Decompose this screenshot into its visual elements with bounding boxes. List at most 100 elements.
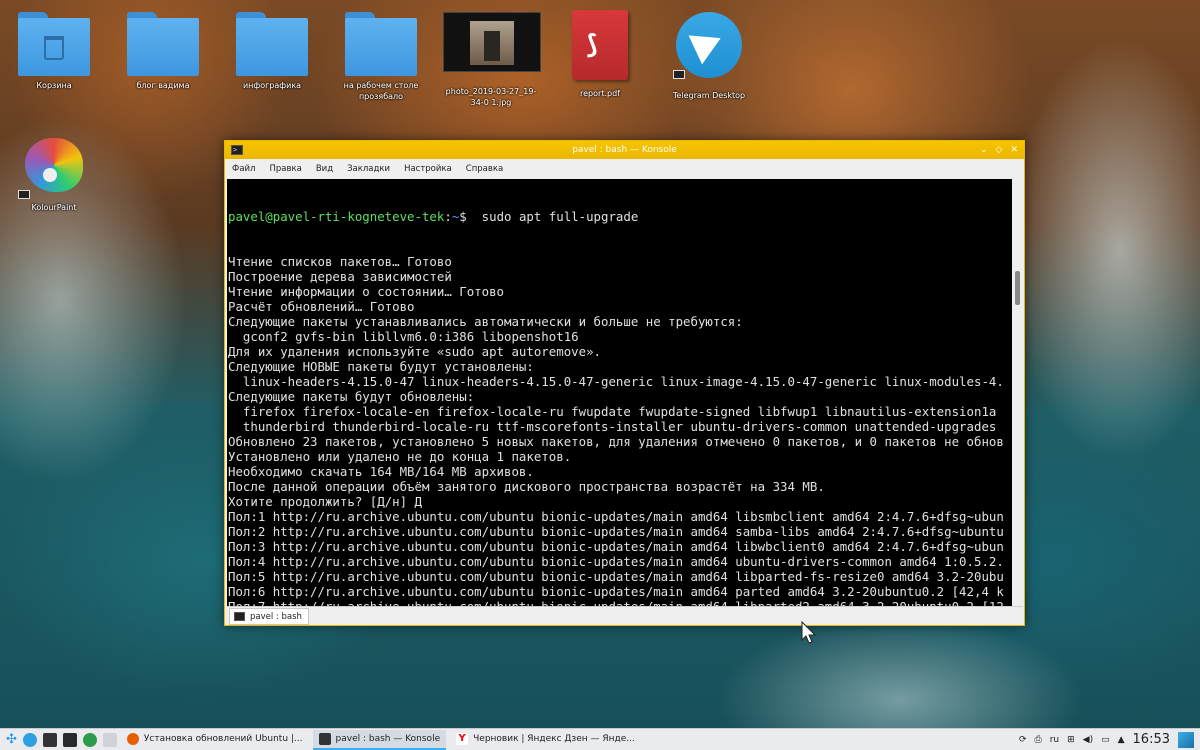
trash-folder-icon — [18, 12, 90, 76]
network-icon[interactable]: ⎙ — [1035, 735, 1042, 745]
desktop-icon-blog-folder[interactable]: блог вадима — [115, 12, 211, 91]
firefox-icon — [126, 732, 139, 745]
task-yandex[interactable]: Y Черновик | Яндекс Дзен — Янде... — [450, 730, 641, 750]
window-titlebar[interactable]: > pavel : bash — Konsole ⌄ ◇ ✕ — [225, 141, 1024, 159]
task-label: Установка обновлений Ubuntu |... — [143, 733, 303, 744]
desktop-icon-trash[interactable]: Корзина — [6, 12, 102, 91]
image-thumbnail-icon — [443, 12, 541, 72]
menu-settings[interactable]: Настройка — [404, 164, 452, 174]
desktop-icon-desktop-folder[interactable]: на рабочем столе прозябало — [333, 12, 429, 102]
terminal-output[interactable]: pavel@pavel-rti-kogneteve-tek:~$ sudo ap… — [227, 179, 1012, 606]
task-konsole[interactable]: pavel : bash — Konsole — [312, 729, 447, 750]
terminal-line: Пол:1 http://ru.archive.ubuntu.com/ubunt… — [228, 509, 1004, 524]
terminal-line: Построение дерева зависимостей — [228, 269, 452, 284]
menu-file[interactable]: Файл — [232, 164, 255, 174]
desktop-icon-label: KolourPaint — [31, 203, 77, 212]
terminal-line: Хотите продолжить? [Д/н] Д — [228, 494, 422, 509]
konsole-window[interactable]: > pavel : bash — Konsole ⌄ ◇ ✕ Файл Прав… — [224, 140, 1025, 626]
terminal-line: Пол:5 http://ru.archive.ubuntu.com/ubunt… — [228, 569, 1004, 584]
folder-icon — [127, 12, 199, 76]
terminal-line: Пол:7 http://ru.archive.ubuntu.com/ubunt… — [228, 599, 1012, 606]
prompt-command: $ sudo apt full-upgrade — [459, 209, 639, 224]
desktop-icon-label: report.pdf — [580, 89, 620, 98]
session-tab-bar: pavel : bash — [227, 606, 1023, 625]
terminal-scrollbar[interactable] — [1012, 179, 1023, 606]
terminal-line: Для их удаления используйте «sudo apt au… — [228, 344, 601, 359]
desktop-icon-report-pdf[interactable]: ⟆ report.pdf — [552, 10, 648, 99]
minimize-icon[interactable]: ⌄ — [980, 145, 988, 155]
tray-expand-icon[interactable]: ▲ — [1118, 735, 1125, 745]
volume-icon[interactable]: ◀) — [1083, 735, 1093, 745]
pdf-icon: ⟆ — [572, 10, 628, 80]
menu-view[interactable]: Вид — [316, 164, 333, 174]
desktop-icon-label: инфографика — [242, 81, 302, 90]
shortcut-arrow-icon — [18, 190, 30, 199]
task-label: Черновик | Яндекс Дзен — Янде... — [473, 733, 635, 744]
maximize-icon[interactable]: ◇ — [996, 145, 1003, 155]
folder-icon — [236, 12, 308, 76]
terminal-line: thunderbird thunderbird-locale-ru ttf-ms… — [228, 419, 997, 434]
menu-edit[interactable]: Правка — [269, 164, 301, 174]
terminal-line: Необходимо скачать 164 MB/164 MB архивов… — [228, 464, 534, 479]
terminal-line: gconf2 gvfs-bin libllvm6.0:i386 libopens… — [228, 329, 579, 344]
menu-help[interactable]: Справка — [466, 164, 503, 174]
terminal-line: Обновлено 23 пакетов, установлено 5 новы… — [228, 434, 1004, 449]
notifications-icon[interactable]: ⊞ — [1067, 735, 1075, 745]
terminal-line: Следующие пакеты будут обновлены: — [228, 389, 475, 404]
terminal-line: После данной операции объём занятого дис… — [228, 479, 825, 494]
session-tab-label: pavel : bash — [250, 611, 302, 622]
terminal-prompt-line: pavel@pavel-rti-kogneteve-tek:~$ sudo ap… — [228, 209, 1012, 224]
konsole-launcher-icon[interactable] — [42, 732, 57, 747]
desktop-icon-label: на рабочем столе прозябало — [343, 81, 419, 101]
app-launcher-icon[interactable]: ✣ — [6, 732, 17, 747]
update-icon[interactable]: ⟳ — [1019, 735, 1027, 745]
clock[interactable]: 16:53 — [1133, 732, 1170, 747]
system-tray: ⟳ ⎙ ru ⊞ ◀) ▭ ▲ 16:53 — [1019, 731, 1200, 748]
task-label: pavel : bash — Konsole — [335, 733, 441, 744]
desktop-icon-label: Telegram Desktop — [672, 91, 746, 100]
task-firefox[interactable]: Установка обновлений Ubuntu |... — [121, 730, 309, 750]
menu-bar: Файл Правка Вид Закладки Настройка Справ… — [225, 159, 1024, 178]
taskbar: ✣ Установка обновлений Ubuntu |... pavel… — [0, 728, 1200, 750]
desktop-icon-telegram[interactable]: Telegram Desktop — [661, 12, 757, 101]
keyboard-layout-indicator[interactable]: ru — [1050, 735, 1059, 745]
desktop-icon-label: блог вадима — [136, 81, 190, 90]
telegram-launcher-icon[interactable] — [22, 732, 37, 747]
window-title: pavel : bash — Konsole — [572, 145, 677, 155]
terminal-line: Следующие пакеты устанавливались автомат… — [228, 314, 743, 329]
folder-icon — [345, 12, 417, 76]
prompt-separator: : — [444, 209, 452, 224]
desktop-icon-photo[interactable]: photo_2019-03-27_19-34-0 1.jpg — [443, 12, 541, 108]
telegram-icon — [676, 12, 742, 78]
yandex-browser-icon: Y — [456, 732, 469, 745]
terminal-tab-icon — [234, 612, 245, 621]
terminal-line: Чтение информации о состоянии… Готово — [228, 284, 505, 299]
battery-icon[interactable]: ▭ — [1101, 735, 1110, 745]
show-desktop-icon[interactable] — [1178, 731, 1194, 748]
session-tab[interactable]: pavel : bash — [229, 608, 309, 625]
terminal-line: Чтение списков пакетов… Готово — [228, 254, 452, 269]
app-launcher-icon-4[interactable] — [102, 732, 117, 747]
terminal-line: Пол:3 http://ru.archive.ubuntu.com/ubunt… — [228, 539, 1004, 554]
kolourpaint-icon — [23, 132, 85, 198]
desktop-icon-label: photo_2019-03-27_19-34-0 1.jpg — [445, 87, 537, 107]
scrollbar-thumb[interactable] — [1015, 271, 1020, 305]
desktop-icon-infographics-folder[interactable]: инфографика — [224, 12, 320, 91]
desktop-icon-label: Корзина — [36, 81, 72, 90]
terminal-line: Пол:6 http://ru.archive.ubuntu.com/ubunt… — [228, 584, 1004, 599]
menu-bookmarks[interactable]: Закладки — [347, 164, 390, 174]
konsole-icon — [318, 732, 331, 745]
shortcut-arrow-icon — [673, 70, 685, 79]
desktop-icon-kolourpaint[interactable]: KolourPaint — [6, 132, 102, 213]
app-launcher-icon-2[interactable] — [62, 732, 77, 747]
terminal-line: Пол:2 http://ru.archive.ubuntu.com/ubunt… — [228, 524, 1004, 539]
terminal-line: Пол:4 http://ru.archive.ubuntu.com/ubunt… — [228, 554, 1004, 569]
prompt-user: pavel@pavel-rti-kogneteve-tek — [228, 209, 445, 224]
terminal-line: Следующие НОВЫЕ пакеты будут установлены… — [228, 359, 534, 374]
close-icon[interactable]: ✕ — [1010, 145, 1018, 155]
terminal-line: Расчёт обновлений… Готово — [228, 299, 415, 314]
terminal-line: Установлено или удалено не до конца 1 па… — [228, 449, 572, 464]
terminal-line: firefox firefox-locale-en firefox-locale… — [228, 404, 997, 419]
terminal-line: linux-headers-4.15.0-47 linux-headers-4.… — [228, 374, 1004, 389]
app-launcher-icon-3[interactable] — [82, 732, 97, 747]
